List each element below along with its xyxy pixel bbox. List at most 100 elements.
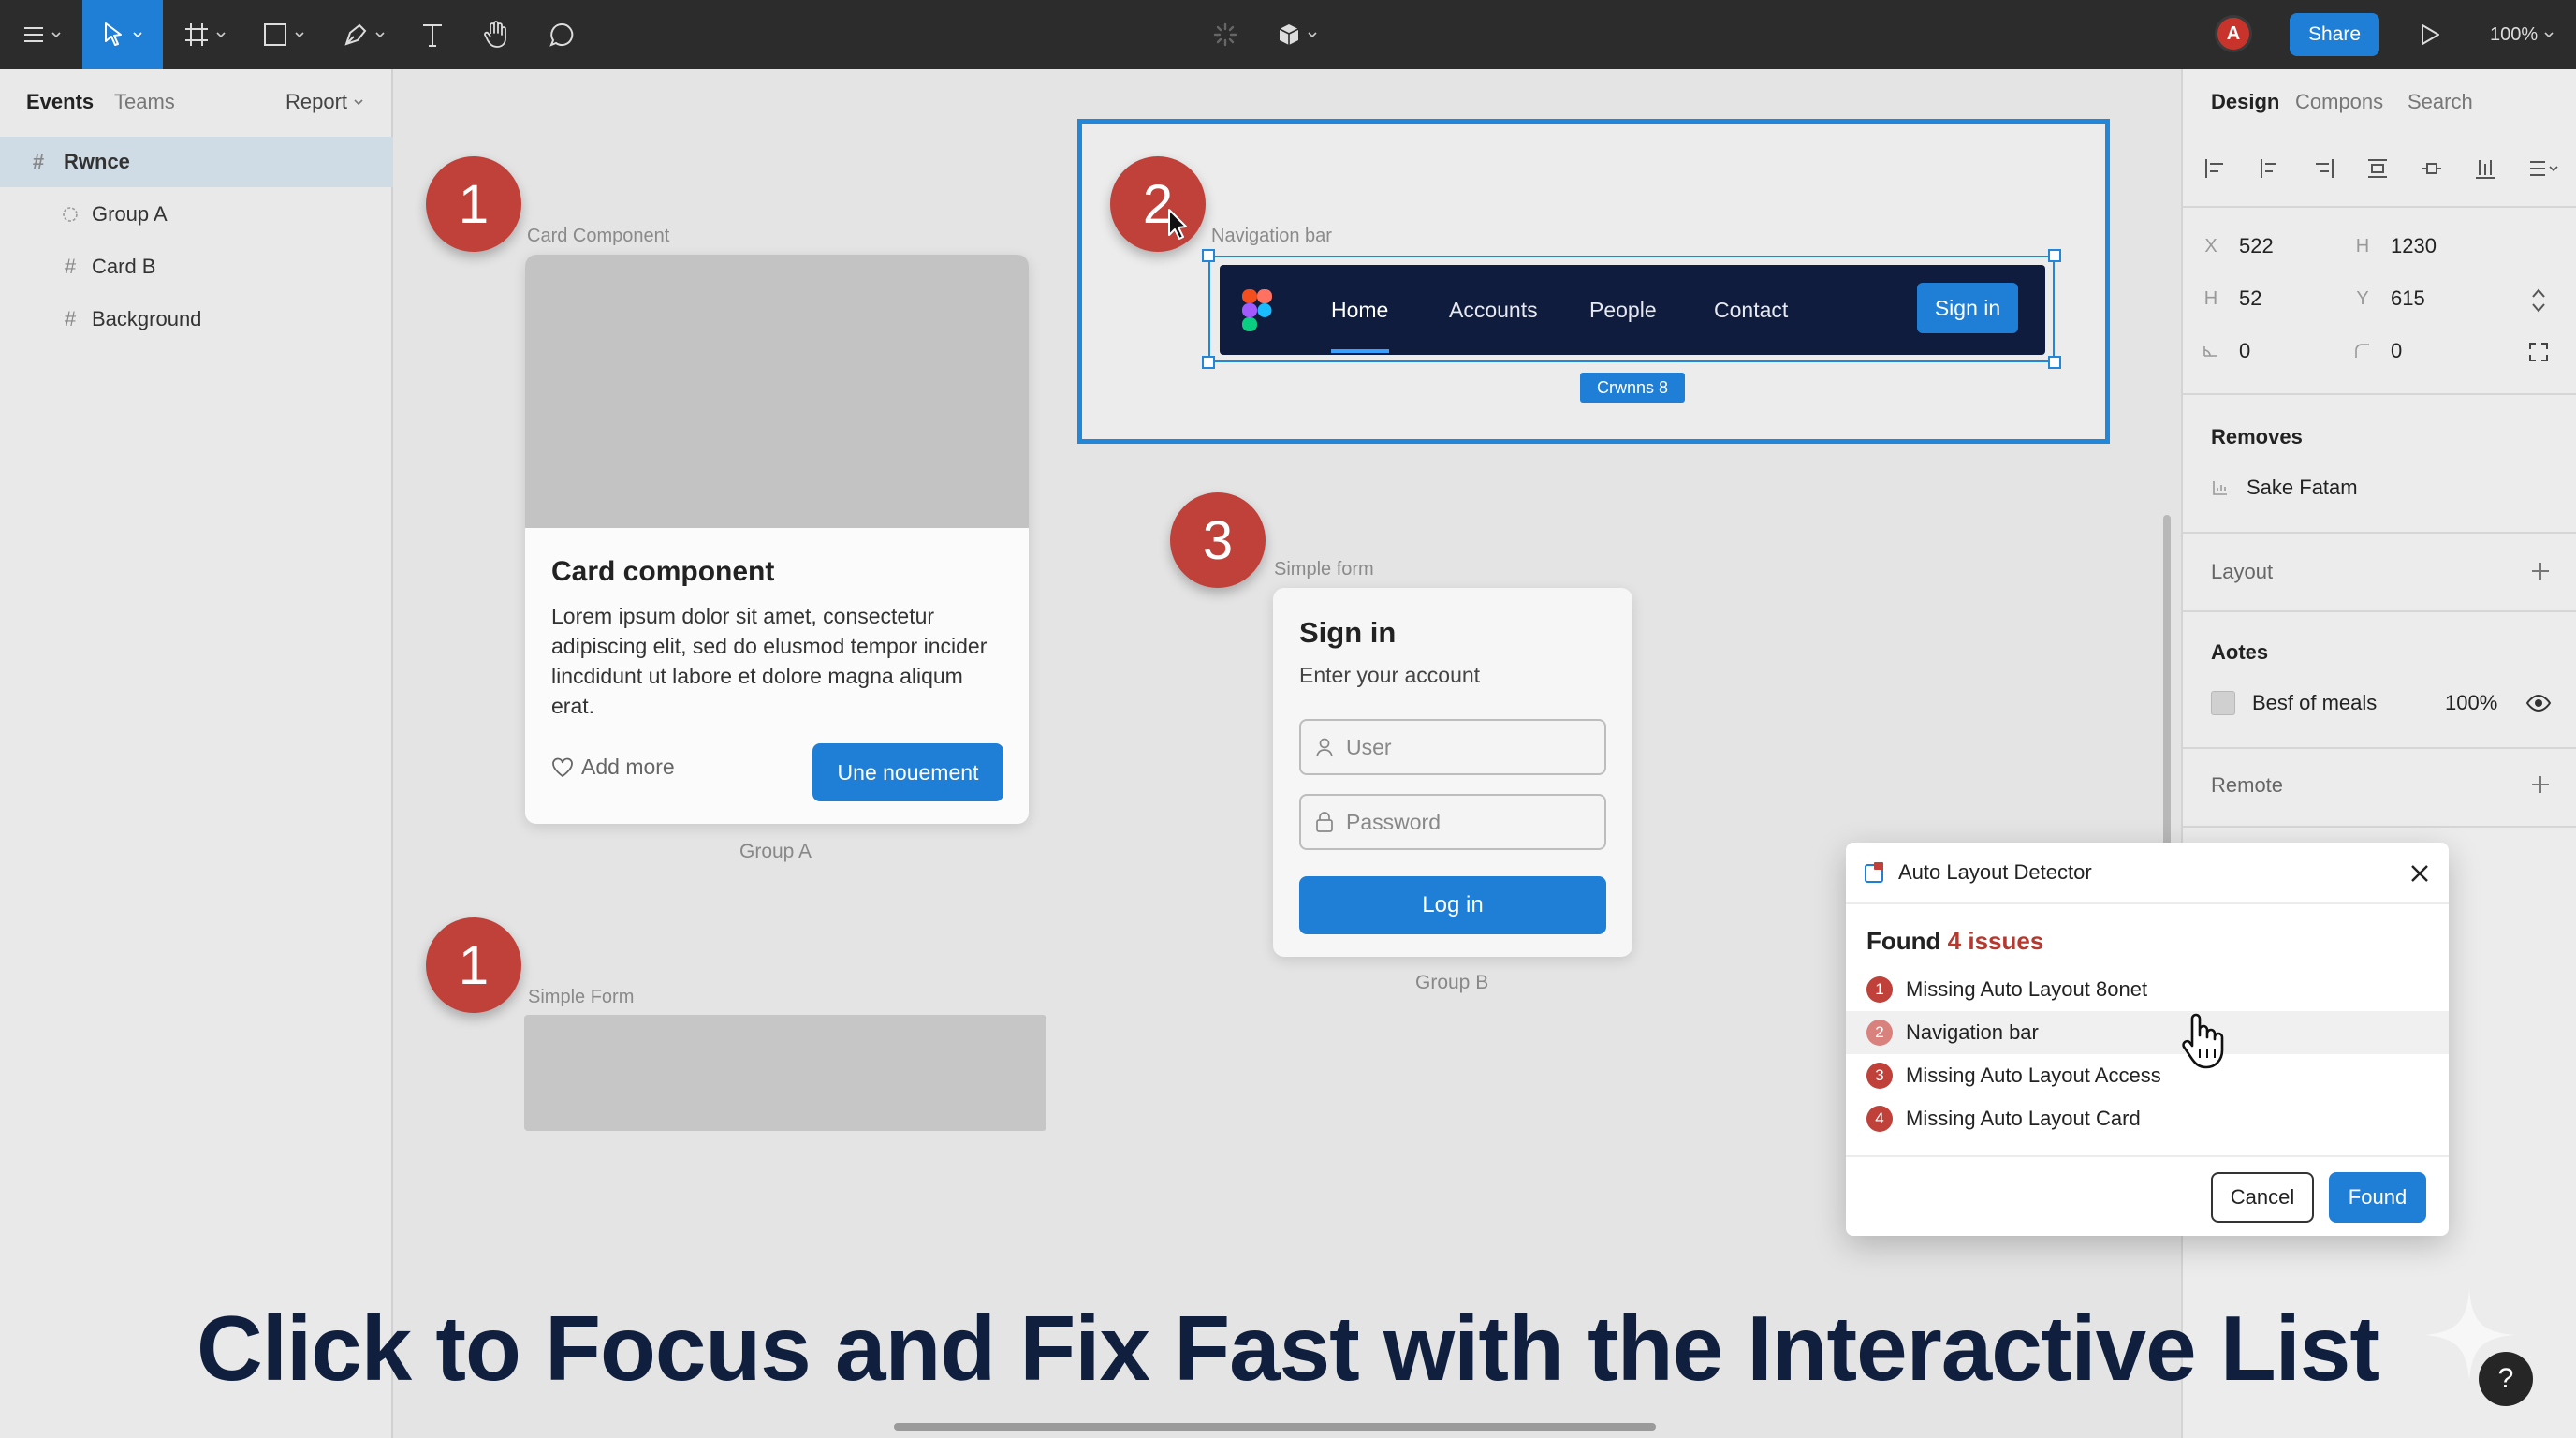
prop-h[interactable]: H 1230 — [2353, 234, 2437, 258]
password-field[interactable]: Password — [1299, 794, 1606, 850]
pen-icon — [344, 23, 367, 46]
align-middle-icon[interactable] — [2420, 156, 2444, 181]
corner-radius-icon — [2355, 344, 2369, 358]
issue-badge-1[interactable]: 1 — [426, 156, 521, 252]
prop-h-value: 1230 — [2391, 234, 2437, 257]
resize-handle[interactable] — [2048, 356, 2061, 369]
report-dropdown[interactable]: Report — [285, 90, 364, 114]
tab-search[interactable]: Search — [2408, 90, 2473, 114]
hand-tool-button[interactable] — [476, 0, 517, 69]
layer-item-card-b[interactable]: # Card B — [0, 242, 393, 292]
pen-tool-button[interactable] — [333, 0, 395, 69]
component-menu-button[interactable] — [1269, 0, 1325, 69]
tab-teams[interactable]: Teams — [114, 90, 175, 114]
card-image-placeholder — [525, 255, 1029, 528]
prop-x[interactable]: X 522 — [2202, 234, 2273, 258]
layer-label: Rwnce — [64, 150, 130, 173]
section-aotes-title: Aotes — [2211, 640, 2269, 664]
present-button[interactable] — [2411, 0, 2449, 69]
issue-item-4[interactable]: 4 Missing Auto Layout Card — [1846, 1097, 2449, 1140]
issue-item-3[interactable]: 3 Missing Auto Layout Access — [1846, 1054, 2449, 1097]
canvas-horizontal-scrollbar[interactable] — [894, 1423, 1656, 1431]
navigation-bar[interactable]: Home Accounts People Contact Sign in — [1220, 265, 2045, 355]
found-button[interactable]: Found — [2329, 1172, 2426, 1223]
cancel-button[interactable]: Cancel — [2211, 1172, 2314, 1223]
prop-radius[interactable]: 0 — [2353, 339, 2402, 363]
issue-item-2[interactable]: 2 Navigation bar — [1846, 1011, 2449, 1054]
issue-label: Missing Auto Layout 8onet — [1906, 977, 2148, 1001]
sign-in-form[interactable]: Sign in Enter your account User Password… — [1273, 588, 1632, 957]
nav-item-accounts[interactable]: Accounts — [1449, 265, 1538, 355]
nav-item-people[interactable]: People — [1589, 265, 1657, 355]
username-field[interactable]: User — [1299, 719, 1606, 775]
align-center-icon[interactable] — [2258, 156, 2282, 181]
issue-badge-1-form[interactable]: 1 — [426, 917, 521, 1013]
layer-label: Group A — [92, 202, 168, 226]
resize-handle[interactable] — [1202, 249, 1215, 262]
frame-label-card: Card Component — [527, 226, 670, 246]
distribute-icon[interactable] — [2527, 156, 2559, 181]
comment-tool-button[interactable] — [541, 0, 582, 69]
help-button[interactable]: ? — [2479, 1352, 2533, 1406]
issue-badge-2[interactable]: 2 — [1110, 156, 1206, 252]
chevron-down-icon — [216, 32, 226, 38]
align-left-icon[interactable] — [2203, 156, 2228, 181]
card-title: Card component — [551, 556, 775, 587]
nav-sign-in-button[interactable]: Sign in — [1917, 283, 2018, 333]
removes-item[interactable]: Sake Fatam — [2211, 476, 2358, 500]
frame-tool-button[interactable] — [174, 0, 236, 69]
align-bottom-icon[interactable] — [2473, 156, 2497, 181]
eye-icon[interactable] — [2525, 691, 2552, 715]
layer-item-rwnce[interactable]: # Rwnce — [0, 137, 393, 187]
issues-count: 4 issues — [1947, 927, 2044, 955]
prop-y[interactable]: Y 615 — [2353, 286, 2424, 311]
layer-item-group-a[interactable]: Group A — [0, 189, 393, 240]
fill-row[interactable]: Besf of meals — [2211, 691, 2377, 715]
move-tool-button[interactable] — [82, 0, 163, 69]
shape-tool-button[interactable] — [253, 0, 315, 69]
tab-design[interactable]: Design — [2211, 90, 2279, 114]
plus-icon[interactable] — [2529, 773, 2552, 796]
removes-item-label: Sake Fatam — [2247, 476, 2358, 499]
close-icon[interactable] — [2408, 861, 2432, 886]
issue-item-1[interactable]: 1 Missing Auto Layout 8onet — [1846, 968, 2449, 1011]
cursor-icon — [105, 22, 122, 46]
align-top-icon[interactable] — [2365, 156, 2390, 181]
fill-opacity[interactable]: 100% — [2445, 691, 2497, 715]
nav-item-home[interactable]: Home — [1331, 265, 1388, 355]
plus-icon[interactable] — [2529, 560, 2552, 582]
panel-divider — [2183, 826, 2576, 828]
text-tool-button[interactable] — [412, 0, 453, 69]
hash-icon: # — [64, 255, 77, 278]
main-menu-button[interactable] — [9, 0, 75, 69]
zoom-dropdown[interactable]: 100% — [2490, 0, 2554, 69]
figma-logo-icon — [1242, 289, 1272, 331]
frame-label-simple-form: Simple Form — [528, 987, 635, 1007]
resize-handle[interactable] — [2048, 249, 2061, 262]
panel-divider — [2183, 393, 2576, 395]
prop-h2-key: H — [2203, 287, 2218, 309]
top-toolbar: A Share 100% — [0, 0, 2576, 69]
loading-spinner-icon — [1209, 0, 1241, 69]
expand-corners-icon[interactable] — [2527, 341, 2550, 363]
prop-h2[interactable]: H 52 — [2202, 286, 2262, 311]
share-button[interactable]: Share — [2290, 13, 2379, 56]
tab-events[interactable]: Events — [26, 90, 94, 114]
plugin-icon — [1865, 862, 1883, 883]
align-right-icon[interactable] — [2311, 156, 2335, 181]
log-in-button[interactable]: Log in — [1299, 876, 1606, 934]
user-avatar[interactable]: A — [2215, 15, 2252, 52]
nav-item-contact[interactable]: Contact — [1714, 265, 1788, 355]
resize-handle[interactable] — [1202, 356, 1215, 369]
hand-pointer-icon — [2182, 1013, 2224, 1069]
tab-components[interactable]: Compons — [2295, 90, 2383, 114]
fill-swatch[interactable] — [2211, 691, 2235, 715]
sort-arrows-icon[interactable] — [2529, 286, 2548, 315]
issue-badge-3[interactable]: 3 — [1170, 492, 1266, 588]
simple-form-placeholder[interactable] — [524, 1015, 1046, 1131]
add-more-link[interactable]: Add more — [551, 755, 675, 780]
prop-rotation[interactable]: 0 — [2202, 339, 2250, 363]
layer-item-background[interactable]: # Background — [0, 294, 393, 345]
card-component[interactable]: Card component Lorem ipsum dolor sit ame… — [525, 255, 1029, 824]
card-action-button[interactable]: Une nouement — [812, 743, 1003, 801]
